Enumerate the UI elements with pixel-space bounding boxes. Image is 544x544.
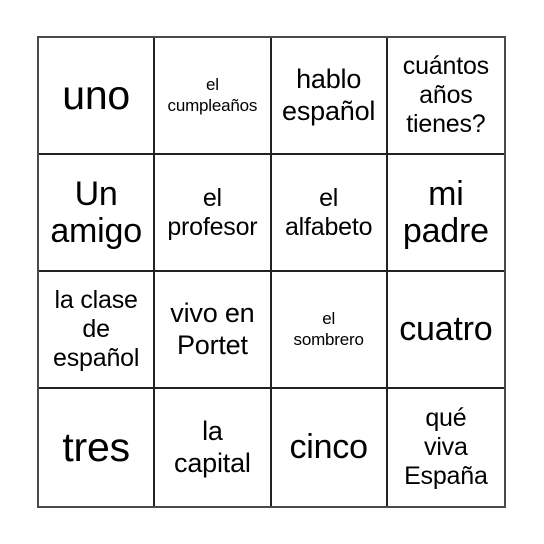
- bingo-cell-r1c3[interactable]: hablo español: [271, 38, 388, 155]
- bingo-cell-r3c2[interactable]: vivo en Portet: [155, 272, 272, 389]
- bingo-cell-r2c3[interactable]: el alfabeto: [271, 155, 388, 272]
- bingo-cell-label: el alfabeto: [284, 183, 373, 241]
- bingo-cell-r3c1[interactable]: la clase de español: [39, 272, 156, 389]
- bingo-cell-label: la capital: [174, 416, 251, 478]
- bingo-cell-r4c4[interactable]: qué viva España: [387, 389, 504, 506]
- bingo-cell-label: hablo español: [282, 64, 376, 126]
- bingo-cell-r2c1[interactable]: Un amigo: [39, 155, 156, 272]
- bingo-cell-label: el profesor: [167, 183, 258, 241]
- bingo-cell-label: qué viva España: [404, 404, 488, 490]
- bingo-cell-r4c1[interactable]: tres: [39, 389, 156, 506]
- bingo-cell-label: el sombrero: [293, 308, 364, 349]
- bingo-cell-label: vivo en Portet: [170, 298, 255, 360]
- bingo-cell-r1c1[interactable]: uno: [39, 38, 156, 155]
- bingo-cell-label: cuatro: [399, 310, 493, 349]
- bingo-card-grid: uno el cumpleaños hablo español cuántos año…: [37, 36, 506, 508]
- bingo-cell-r2c4[interactable]: mi padre: [387, 155, 504, 272]
- bingo-cell-label: cuántos años tienes?: [402, 52, 489, 138]
- bingo-cell-r4c2[interactable]: la capital: [155, 389, 272, 506]
- bingo-cell-label: uno: [62, 71, 131, 118]
- bingo-cell-r1c2[interactable]: el cumpleaños: [155, 38, 272, 155]
- bingo-cell-label: el cumpleaños: [167, 74, 258, 115]
- bingo-cell-label: cinco: [289, 428, 368, 467]
- bingo-cell-label: mi padre: [402, 174, 489, 250]
- bingo-cell-label: tres: [62, 423, 130, 470]
- bingo-cell-label: Un amigo: [50, 174, 142, 250]
- bingo-cell-r2c2[interactable]: el profesor: [155, 155, 272, 272]
- bingo-cell-r1c4[interactable]: cuántos años tienes?: [387, 38, 504, 155]
- bingo-cell-label: la clase de español: [53, 286, 140, 372]
- bingo-cell-r3c4[interactable]: cuatro: [387, 272, 504, 389]
- bingo-cell-r4c3[interactable]: cinco: [271, 389, 388, 506]
- bingo-cell-r3c3[interactable]: el sombrero: [271, 272, 388, 389]
